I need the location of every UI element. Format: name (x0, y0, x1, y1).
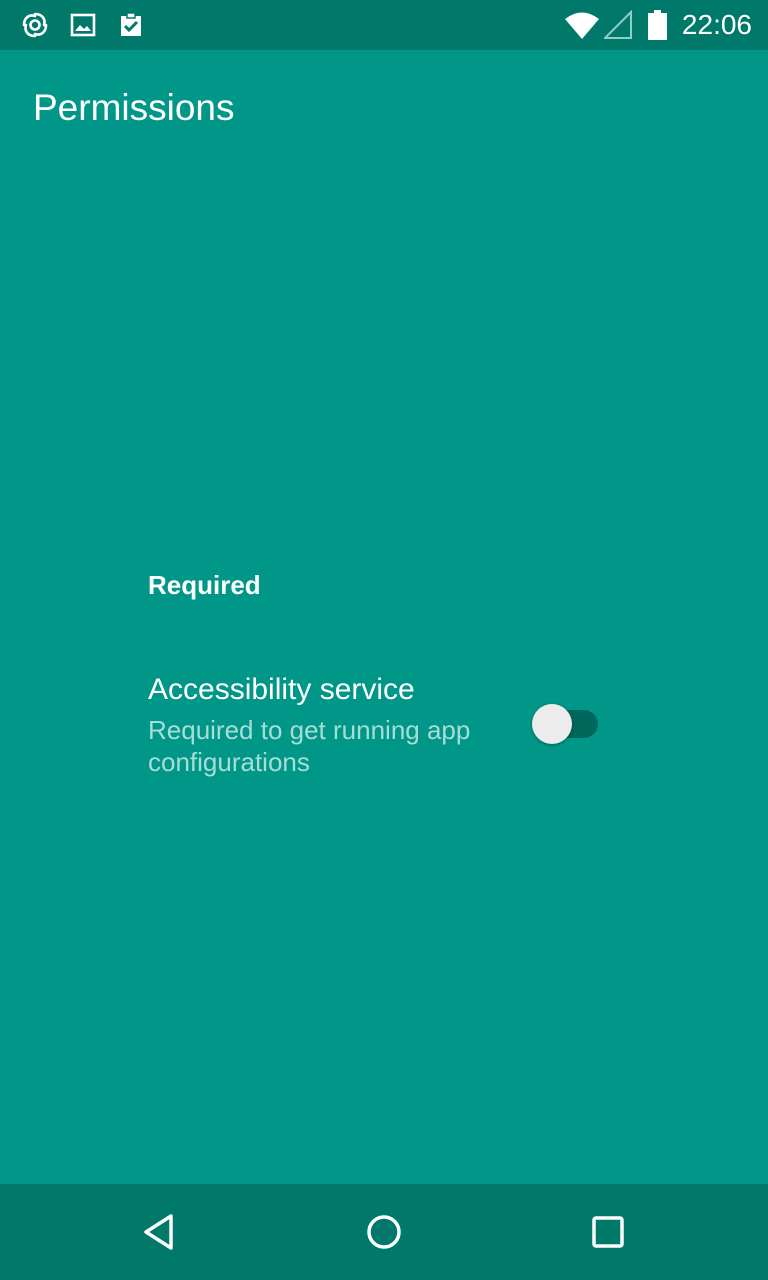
permissions-screen: 22:06 Permissions Required Accessibility… (0, 0, 768, 1280)
cell-signal-icon (604, 10, 634, 40)
switch-thumb (532, 704, 572, 744)
app-bar: Permissions (0, 50, 768, 162)
status-clock: 22:06 (681, 9, 752, 40)
section-header-required: Required (148, 570, 261, 600)
preference-summary: Required to get running app configuratio… (148, 715, 471, 777)
preference-title: Accessibility service (148, 673, 415, 706)
navigation-bar (0, 1184, 768, 1280)
battery-icon (642, 10, 672, 40)
wifi-icon (564, 10, 600, 40)
clipboard-check-icon (116, 10, 146, 40)
image-icon (68, 10, 98, 40)
status-bar: 22:06 (0, 0, 768, 50)
back-icon[interactable] (136, 1208, 184, 1256)
accessibility-service-preference[interactable]: Accessibility service Required to get ru… (148, 668, 618, 788)
sync-spiral-icon (20, 10, 50, 40)
accessibility-service-switch[interactable] (532, 704, 600, 744)
recents-icon[interactable] (584, 1208, 632, 1256)
home-icon[interactable] (360, 1208, 408, 1256)
page-title: Permissions (33, 87, 235, 128)
